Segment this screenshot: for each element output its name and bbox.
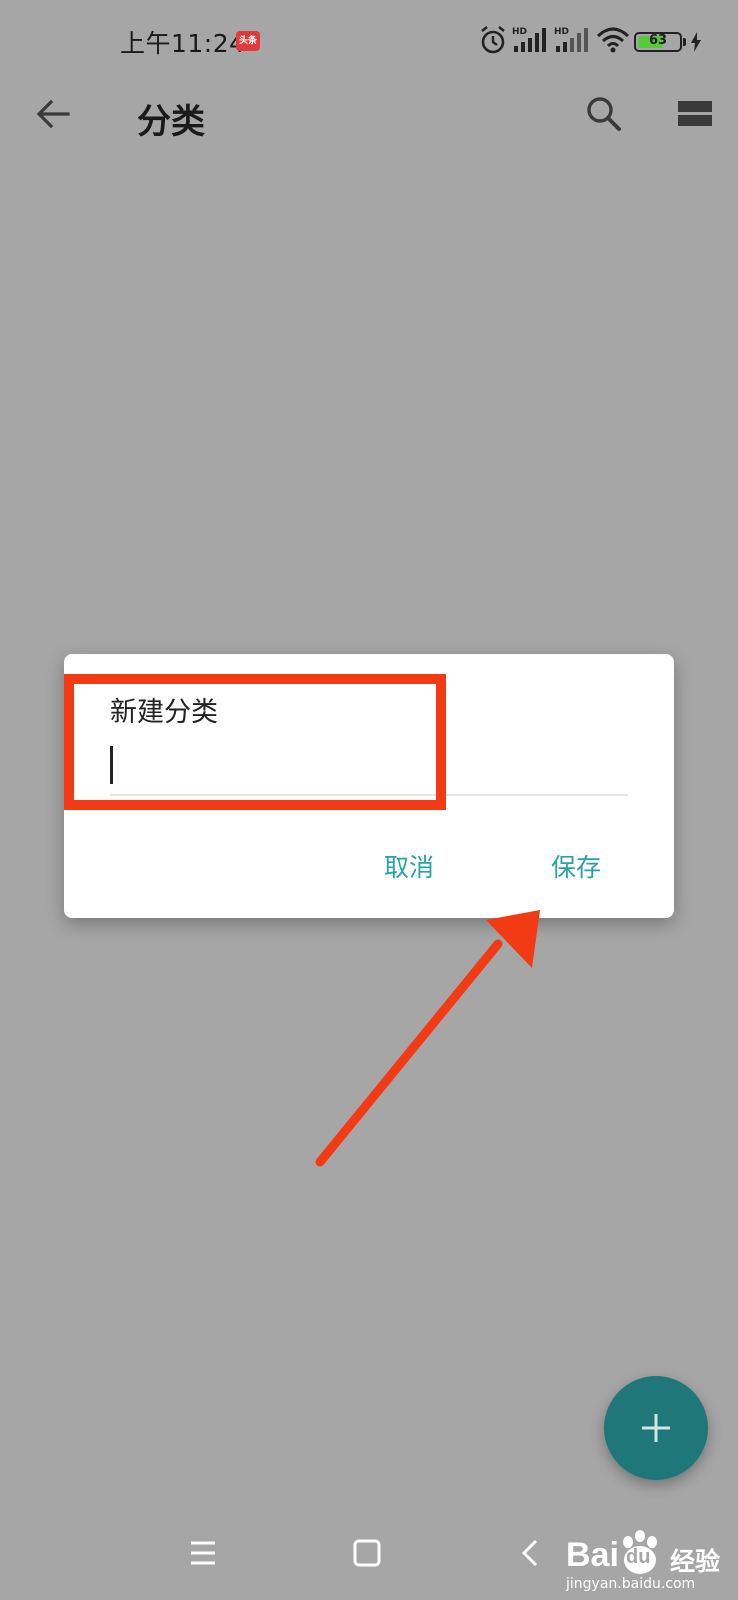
add-category-fab[interactable] xyxy=(604,1376,708,1480)
search-button[interactable] xyxy=(582,92,626,136)
app-bar: 分类 xyxy=(0,80,738,146)
watermark-url: jingyan.baidu.com xyxy=(566,1576,696,1592)
cancel-button[interactable]: 取消 xyxy=(384,848,434,884)
battery-icon: 63 xyxy=(634,32,682,52)
battery-cap xyxy=(683,38,686,46)
charging-icon xyxy=(691,32,701,52)
menu-nav-icon[interactable] xyxy=(188,1538,218,1568)
back-button[interactable] xyxy=(32,92,76,136)
plus-icon xyxy=(642,1414,670,1442)
toutiao-notification-icon: 头条 xyxy=(236,31,260,51)
signal-hd-icon: HD xyxy=(512,27,546,52)
back-nav-icon[interactable] xyxy=(516,1538,546,1568)
annotation-highlight-box xyxy=(64,674,446,810)
battery-level-text: 63 xyxy=(648,33,668,48)
save-button[interactable]: 保存 xyxy=(551,848,601,884)
screen: 上午11:24 头条 HD HD 63 分类 新建分类 取消 保存 Bai du… xyxy=(0,0,738,1600)
alarm-icon xyxy=(481,25,505,54)
view-toggle-icon xyxy=(678,101,712,126)
wifi-icon xyxy=(596,27,630,53)
status-icons: HD HD 63 xyxy=(478,24,701,56)
watermark-brand-du: du xyxy=(626,1546,651,1568)
home-nav-icon[interactable] xyxy=(352,1538,382,1568)
svg-text:HD: HD xyxy=(512,27,527,37)
watermark-brand-latin: Bai xyxy=(566,1536,619,1574)
status-bar: 上午11:24 头条 HD HD 63 xyxy=(0,0,738,80)
signal-hd-icon-2: HD xyxy=(554,27,588,52)
baidu-jingyan-watermark: Bai du 经验 jingyan.baidu.com xyxy=(566,1528,726,1592)
back-arrow-icon xyxy=(36,99,70,129)
page-title: 分类 xyxy=(137,102,205,142)
search-icon xyxy=(587,97,621,131)
watermark-brand-cn: 经验 xyxy=(670,1547,721,1576)
status-time: 上午11:24 xyxy=(120,29,246,58)
svg-text:HD: HD xyxy=(554,27,569,37)
view-toggle-button[interactable] xyxy=(674,92,718,136)
